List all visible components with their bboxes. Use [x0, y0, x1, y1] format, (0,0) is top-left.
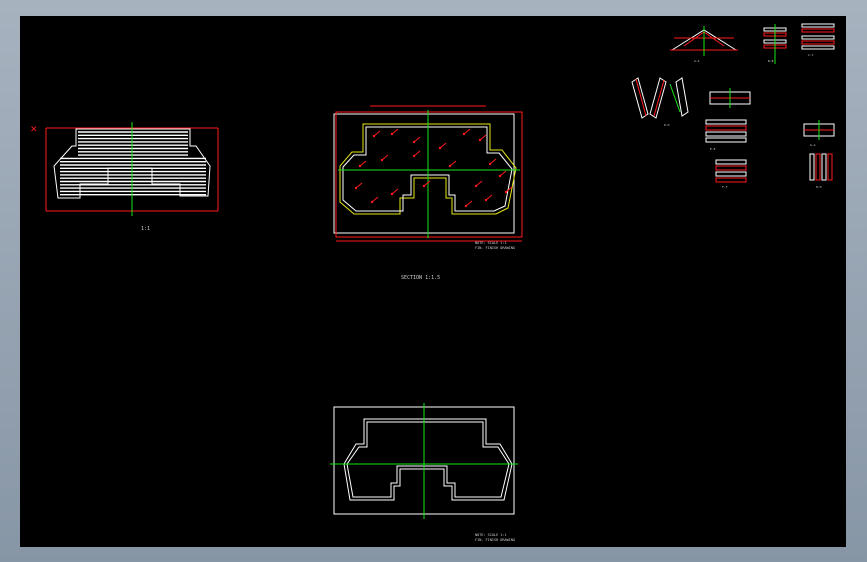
detail-right-b: H-H [809, 153, 833, 189]
svg-text:F-F: F-F [722, 185, 728, 189]
plan-leader-dot [412, 154, 416, 158]
svg-text:B-B: B-B [768, 59, 774, 63]
plan-note-2: FIN. FINISH DRAWING [475, 246, 515, 250]
svg-text:A-A: A-A [694, 59, 700, 63]
plan-leader-dot [380, 158, 384, 162]
svg-text:D-D: D-D [664, 123, 670, 127]
detail-right-a: G-G [803, 120, 835, 147]
drawing-canvas[interactable]: ✕ 1:1 NOTE: SCALE 1:1 FIN. FINISH DRAWIN… [20, 16, 846, 547]
detail-views[interactable]: A-A B-B C-C D-D E-E F-F G-G H-H [631, 23, 835, 189]
plan-dimension-leaders [354, 128, 513, 208]
elevation-marker-icon: ✕ [30, 125, 38, 135]
plan-leader-dot [478, 138, 482, 142]
plan-leader-dot [412, 140, 416, 144]
plan-leader-dot [462, 132, 466, 136]
detail-bars-right: C-C [801, 23, 835, 57]
detail-center-a: E-E [705, 88, 751, 151]
plan-leader-dot [422, 184, 426, 188]
plan-title: SECTION 1:1.5 [401, 275, 440, 281]
plan-leader-dot [358, 164, 362, 168]
svg-text:G-G: G-G [810, 143, 816, 147]
plan-leader-dot [390, 132, 394, 136]
plan-note: NOTE: SCALE 1:1 [475, 241, 507, 245]
lower-plan-view[interactable]: NOTE: SCALE 1:1 FIN. FINISH DRAWING [330, 403, 518, 542]
lower-note-2: FIN. FINISH DRAWING [475, 538, 515, 542]
elevation-scale-label: 1:1 [141, 226, 150, 232]
svg-text:H-H: H-H [816, 185, 822, 189]
elevation-hatch [60, 131, 206, 196]
detail-center-b: F-F [715, 159, 747, 189]
detail-arch: A-A [670, 26, 738, 63]
lower-outline-inner [346, 421, 510, 498]
plan-leader-dot [372, 134, 376, 138]
plan-leader-dot [354, 186, 358, 190]
svg-text:E-E: E-E [710, 147, 716, 151]
plan-leader-dot [448, 164, 452, 168]
plan-leader-dot [484, 198, 488, 202]
plan-leader-dot [464, 204, 468, 208]
lower-outline [343, 418, 513, 501]
lower-note: NOTE: SCALE 1:1 [475, 533, 507, 537]
plan-leader-dot [488, 162, 492, 166]
plan-leader-dot [390, 192, 394, 196]
plan-leader-dot [498, 174, 502, 178]
detail-bars-small: B-B [763, 24, 787, 64]
plan-leader-dot [438, 146, 442, 150]
plan-leader-dot [370, 200, 374, 204]
plan-view[interactable]: NOTE: SCALE 1:1 FIN. FINISH DRAWING SECT… [333, 105, 523, 281]
cad-drawing: ✕ 1:1 NOTE: SCALE 1:1 FIN. FINISH DRAWIN… [30, 23, 835, 542]
detail-slanted: D-D [631, 77, 689, 127]
plan-leader-dot [504, 190, 508, 194]
cad-viewer-window: ✕ 1:1 NOTE: SCALE 1:1 FIN. FINISH DRAWIN… [0, 0, 867, 562]
elevation-view[interactable]: ✕ 1:1 [30, 122, 219, 232]
plan-leader-dot [474, 184, 478, 188]
svg-text:C-C: C-C [808, 53, 814, 57]
